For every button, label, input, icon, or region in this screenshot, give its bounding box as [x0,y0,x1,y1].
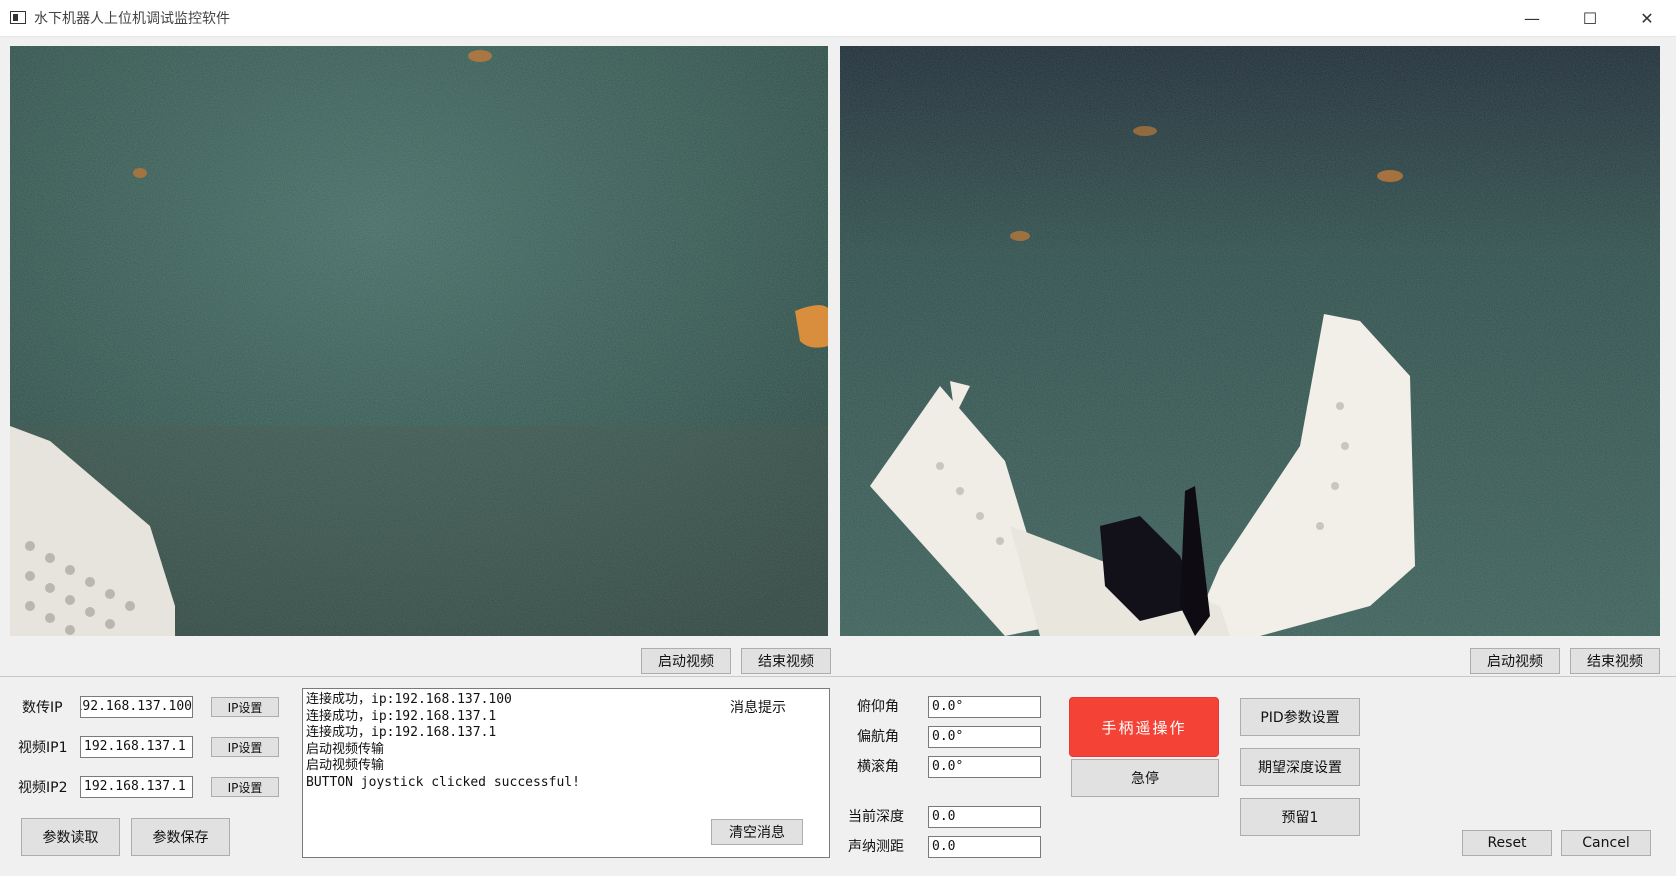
close-button[interactable]: ✕ [1619,0,1675,36]
roll-label: 横滚角 [857,759,899,775]
maximize-button[interactable]: ☐ [1562,0,1618,36]
cancel-button[interactable]: Cancel [1561,830,1651,856]
reserved1-button[interactable]: 预留1 [1240,798,1360,836]
title-bar: 水下机器人上位机调试监控软件 — ☐ ✕ [0,0,1676,37]
data-ip-label: 数传IP [22,700,63,716]
video-ip1-label: 视频IP1 [18,740,68,756]
stop-video-right-button[interactable]: 结束视频 [1570,648,1660,674]
video-image-left [10,46,828,636]
message-line: BUTTON joystick clicked successful! [306,774,580,790]
window-title: 水下机器人上位机调试监控软件 [34,11,230,27]
message-line: 启动视频传输 [306,758,385,773]
emergency-stop-button[interactable]: 急停 [1071,759,1219,797]
message-log[interactable]: 连接成功，ip:192.168.137.100 连接成功，ip:192.168.… [302,688,830,858]
roll-field: 0.0° [928,756,1041,778]
video-ip1-field[interactable]: 192.168.137.1 [80,736,193,758]
video-ip2-label: 视频IP2 [18,780,68,796]
video-ip2-set-button[interactable]: IP设置 [211,777,279,797]
video-image-right [840,46,1660,636]
pid-settings-button[interactable]: PID参数设置 [1240,698,1360,736]
reset-button[interactable]: Reset [1462,830,1552,856]
depth-field: 0.0 [928,806,1041,828]
target-depth-button[interactable]: 期望深度设置 [1240,748,1360,786]
sonar-label: 声纳测距 [848,839,904,855]
depth-label: 当前深度 [848,809,904,825]
data-ip-set-button[interactable]: IP设置 [211,697,279,717]
message-line: 连接成功，ip:192.168.137.1 [306,708,497,724]
data-ip-field[interactable]: 192.168.137.100 [80,696,193,718]
panel-separator [0,676,1676,677]
message-line: 启动视频传输 [306,741,385,757]
video-feed-left [10,46,828,636]
sonar-field: 0.0 [928,836,1041,858]
clear-messages-button[interactable]: 清空消息 [711,819,803,845]
message-line: 连接成功，ip:192.168.137.100 [306,692,512,707]
read-params-button[interactable]: 参数读取 [21,818,120,856]
save-params-button[interactable]: 参数保存 [131,818,230,856]
yaw-field: 0.0° [928,726,1041,748]
video-ip2-field[interactable]: 192.168.137.1 [80,776,193,798]
message-list: 连接成功，ip:192.168.137.100 连接成功，ip:192.168.… [306,692,580,791]
start-video-right-button[interactable]: 启动视频 [1470,648,1560,674]
pitch-label: 俯仰角 [857,699,899,715]
yaw-label: 偏航角 [857,729,899,745]
pitch-field: 0.0° [928,696,1041,718]
joystick-control-button[interactable]: 手柄遥操作 [1069,697,1219,757]
video-ip1-set-button[interactable]: IP设置 [211,737,279,757]
stop-video-left-button[interactable]: 结束视频 [741,648,831,674]
start-video-left-button[interactable]: 启动视频 [641,648,731,674]
message-title: 消息提示 [730,700,786,716]
video-feed-right [840,46,1660,636]
app-icon [10,11,26,24]
message-line: 连接成功，ip:192.168.137.1 [306,725,497,740]
minimize-button[interactable]: — [1504,0,1560,36]
